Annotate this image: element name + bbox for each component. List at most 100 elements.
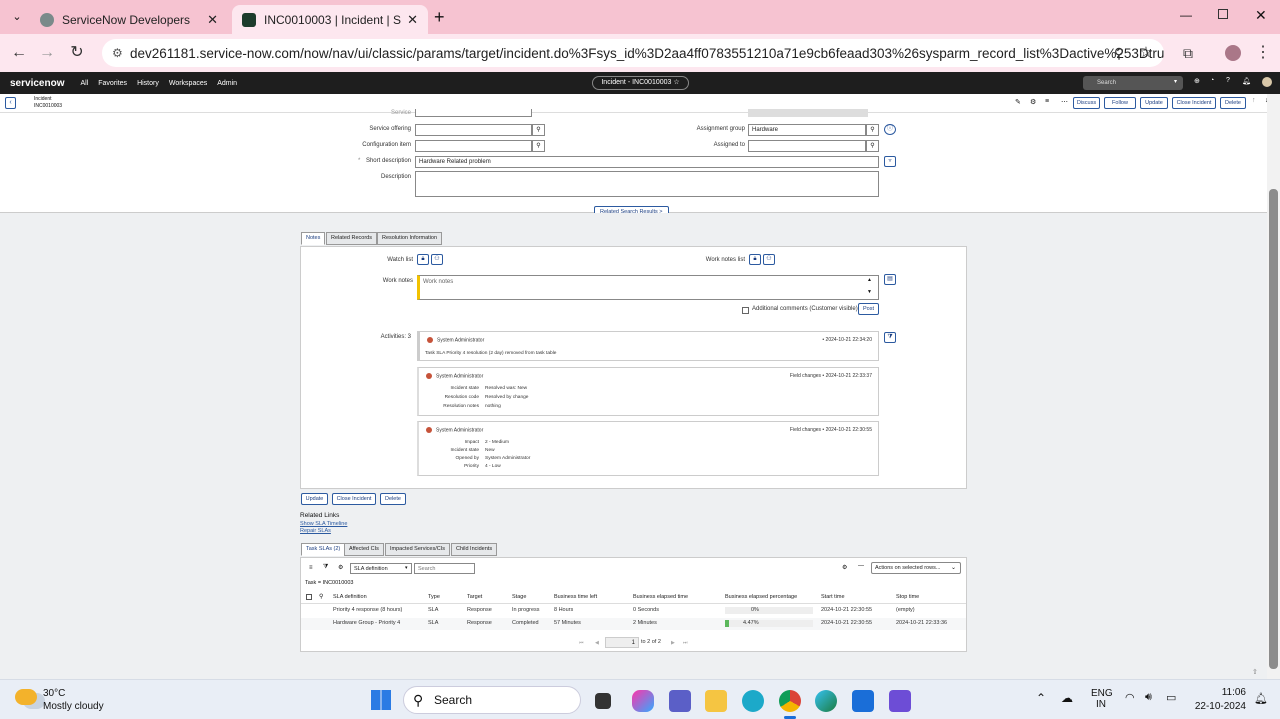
- globe-icon[interactable]: ⊕: [1194, 77, 1200, 85]
- scroll-to-top-icon[interactable]: ⇧: [1252, 668, 1258, 676]
- back-icon[interactable]: ←: [8, 42, 30, 64]
- col-stop-time[interactable]: Stop time: [896, 594, 919, 600]
- settings-icon[interactable]: ⚙: [842, 564, 847, 571]
- update-button[interactable]: Update: [301, 493, 328, 505]
- pagination-first-icon[interactable]: ⏮: [579, 640, 584, 646]
- scrollbar-thumb[interactable]: [1269, 189, 1278, 669]
- notification-bell-icon[interactable]: 🔔︎: [1254, 692, 1268, 705]
- search-icon[interactable]: ⚲: [866, 140, 879, 152]
- minimize-button[interactable]: —: [1180, 8, 1192, 22]
- task-view-icon[interactable]: [595, 693, 611, 709]
- battery-icon[interactable]: ▭: [1166, 691, 1176, 704]
- tab-incident[interactable]: INC0010003 | Incident | ServiceN ✕: [232, 5, 428, 34]
- lock-icon[interactable]: 🔒︎: [749, 254, 761, 265]
- global-search-input[interactable]: Search: [1083, 76, 1183, 90]
- col-sla-definition[interactable]: SLA definition: [333, 594, 367, 600]
- breadcrumb[interactable]: Task = INC0010003: [305, 580, 353, 586]
- cell-sla-definition[interactable]: Hardware Group - Priority 4: [333, 620, 400, 626]
- scope-icon[interactable]: ◔: [1210, 77, 1214, 84]
- repair-slas-link[interactable]: Repair SLAs: [300, 528, 331, 534]
- personalize-icon[interactable]: ⚙: [338, 564, 343, 571]
- search-icon[interactable]: ⚲: [532, 140, 545, 152]
- list-search-input[interactable]: Search: [414, 563, 475, 574]
- col-business-elapsed-time[interactable]: Business elapsed time: [633, 594, 688, 600]
- discuss-button[interactable]: Discuss: [1073, 97, 1100, 109]
- more-menu-icon[interactable]: ⋮: [1252, 42, 1274, 64]
- work-notes-textarea[interactable]: Work notes: [417, 275, 879, 300]
- help-app-icon[interactable]: [742, 690, 764, 712]
- file-explorer-icon[interactable]: [705, 690, 727, 712]
- menu-all[interactable]: All: [80, 80, 88, 87]
- follow-button[interactable]: Follow: [1104, 97, 1136, 109]
- additional-comments-checkbox[interactable]: [742, 307, 749, 314]
- menu-favorites[interactable]: Favorites: [98, 80, 127, 87]
- more-options-icon[interactable]: ⋯: [1061, 98, 1068, 106]
- weather-desc[interactable]: Mostly cloudy: [43, 701, 104, 712]
- service-input[interactable]: [415, 109, 532, 117]
- select-all-checkbox[interactable]: [306, 594, 312, 600]
- list-menu-icon[interactable]: ≡: [309, 565, 313, 571]
- col-stage[interactable]: Stage: [512, 594, 526, 600]
- col-target[interactable]: Target: [467, 594, 482, 600]
- teams-icon[interactable]: [669, 690, 691, 712]
- menu-admin[interactable]: Admin: [217, 80, 237, 87]
- tab-notes[interactable]: Notes: [301, 232, 326, 245]
- onedrive-icon[interactable]: ☁: [1061, 691, 1073, 705]
- close-incident-button[interactable]: Close Incident: [1172, 97, 1216, 109]
- clock-date[interactable]: 22-10-2024: [1194, 701, 1246, 712]
- attachment-icon[interactable]: ✎: [1015, 98, 1021, 106]
- tab-list-dropdown[interactable]: ⌄: [8, 8, 26, 26]
- volume-icon[interactable]: 🔊︎: [1145, 691, 1152, 704]
- servicenow-logo[interactable]: servicenow: [10, 78, 64, 89]
- add-me-icon[interactable]: ⚇: [763, 254, 775, 265]
- search-icon[interactable]: ⚲: [866, 124, 879, 136]
- menu-history[interactable]: History: [137, 80, 159, 87]
- zoom-search-icon[interactable]: ⚲: [1108, 42, 1130, 64]
- reload-icon[interactable]: ↻: [66, 42, 88, 64]
- wifi-icon[interactable]: ◠: [1125, 691, 1135, 704]
- close-window-button[interactable]: ✕: [1255, 7, 1267, 24]
- mylo-app-icon[interactable]: [889, 690, 911, 712]
- page-scrollbar[interactable]: [1267, 94, 1280, 679]
- weather-temp[interactable]: 30°C: [43, 688, 65, 699]
- pagination-page-input[interactable]: 1: [605, 637, 639, 648]
- description-textarea[interactable]: [415, 171, 879, 197]
- menu-workspaces[interactable]: Workspaces: [169, 80, 207, 87]
- delete-button[interactable]: Delete: [380, 493, 406, 505]
- compose-icon[interactable]: ▤: [884, 274, 896, 285]
- tab-servicenow-developers[interactable]: ServiceNow Developers ✕: [30, 5, 228, 34]
- weather-icon[interactable]: [15, 689, 37, 705]
- close-incident-button[interactable]: Close Incident: [332, 493, 376, 505]
- pagination-prev-icon[interactable]: ◀: [595, 640, 599, 646]
- search-scope-chevron-icon[interactable]: ▾: [1174, 78, 1177, 85]
- search-field-select[interactable]: SLA definition: [350, 563, 412, 574]
- cell-sla-definition[interactable]: Priority 4 response (8 hours): [333, 607, 402, 613]
- update-button[interactable]: Update: [1140, 97, 1168, 109]
- store-icon[interactable]: [852, 690, 874, 712]
- scroll-up-icon[interactable]: ▲: [867, 277, 872, 283]
- tab-affected-cis[interactable]: Affected CIs: [344, 543, 384, 556]
- record-title-pill[interactable]: Incident - INC0010003 ☆: [592, 76, 689, 90]
- lock-icon[interactable]: 🔒︎: [417, 254, 429, 265]
- notifications-icon[interactable]: 🔔︎: [1242, 77, 1251, 85]
- add-me-icon[interactable]: ⚇: [431, 254, 443, 265]
- forward-icon[interactable]: →: [36, 42, 58, 64]
- settings-icon[interactable]: ⚙: [1030, 98, 1036, 106]
- filter-icon[interactable]: ⧩: [323, 564, 328, 571]
- col-start-time[interactable]: Start time: [821, 594, 845, 600]
- search-icon[interactable]: ⚲: [319, 593, 323, 600]
- tab-impacted-services[interactable]: Impacted Services/CIs: [385, 543, 451, 556]
- assignment-group-input[interactable]: Hardware: [748, 124, 866, 136]
- maximize-button[interactable]: [1218, 9, 1228, 19]
- user-avatar[interactable]: [1262, 77, 1272, 87]
- collapse-icon[interactable]: —: [858, 563, 864, 569]
- copilot-icon[interactable]: [632, 690, 654, 712]
- help-icon[interactable]: ?: [1226, 77, 1230, 84]
- configuration-item-input[interactable]: [415, 140, 532, 152]
- tab-related-records[interactable]: Related Records: [326, 232, 377, 245]
- new-tab-button[interactable]: +: [434, 7, 445, 28]
- close-tab-icon[interactable]: ✕: [407, 12, 418, 28]
- col-type[interactable]: Type: [428, 594, 440, 600]
- suggestion-icon[interactable]: ▿: [884, 156, 896, 167]
- pagination-next-icon[interactable]: ▶: [671, 640, 675, 646]
